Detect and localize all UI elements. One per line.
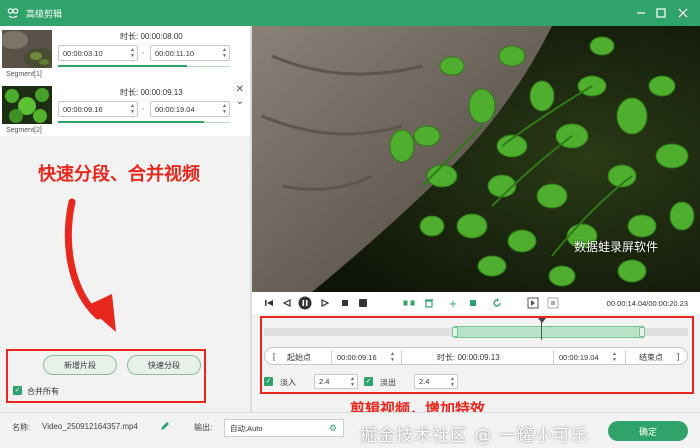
- settings-gear-icon[interactable]: ⚙: [329, 423, 337, 434]
- segment-end-field[interactable]: 00:00:11.10 ▲ ▼: [150, 45, 230, 61]
- playback-timecode: 00:00:14.04/00:00:20.23: [606, 299, 688, 308]
- segment-item[interactable]: Segment[1] 时长: 00:00:08.00 00:00:03.10 ▲…: [0, 28, 250, 82]
- fade-in-checkbox[interactable]: ✓: [264, 377, 273, 386]
- crop-out-icon[interactable]: [546, 296, 560, 310]
- maximize-icon[interactable]: [652, 4, 670, 22]
- segment-range-fill: [58, 65, 187, 67]
- edit-pencil-icon[interactable]: [160, 421, 170, 433]
- segment-item[interactable]: Segment[2] 时长: 00:00:09.13 ✕ 00:00:09.16…: [0, 84, 250, 138]
- spinner-icon[interactable]: ▲ ▼: [130, 103, 135, 115]
- divider: [553, 350, 554, 364]
- bottom-bar: 名称: Video_250912164357.mp4 输出: 自动;Auto ⚙…: [0, 412, 700, 448]
- add-icon[interactable]: +: [446, 296, 460, 311]
- annotation-left: 快速分段、合并视频: [38, 164, 200, 185]
- file-name: Video_250912164357.mp4: [42, 422, 138, 431]
- forward-icon[interactable]: [318, 296, 332, 310]
- segment-duration: 时长: 00:00:08.00: [120, 32, 183, 41]
- range-separator: -: [142, 104, 145, 113]
- fade-in-label: 淡入: [280, 378, 296, 387]
- segment-duration: 时长: 00:00:09.13: [120, 88, 183, 97]
- quick-split-button[interactable]: 快速分段: [127, 355, 201, 375]
- bracket-left-icon: [: [273, 352, 276, 361]
- start-time-field[interactable]: 00:00:09.16 ▲ ▼: [335, 350, 395, 364]
- segment-list: Segment[1] 时长: 00:00:08.00 00:00:03.10 ▲…: [0, 26, 250, 136]
- fade-out-label: 淡出: [380, 378, 396, 387]
- minimize-icon[interactable]: [632, 4, 650, 22]
- reset-icon[interactable]: [490, 296, 504, 310]
- merge-all-checkbox[interactable]: ✓: [13, 386, 22, 395]
- playhead-marker-icon[interactable]: [538, 318, 546, 323]
- spinner-icon[interactable]: ▲ ▼: [450, 376, 455, 388]
- pause-icon[interactable]: [298, 296, 312, 310]
- segment-start-field[interactable]: 00:00:03.10 ▲ ▼: [58, 45, 138, 61]
- segment-end-field[interactable]: 00:00:19.04 ▲ ▼: [150, 101, 230, 117]
- fade-in-value: 2.4: [319, 377, 330, 386]
- end-time-field[interactable]: 00:00:19.04 ▲ ▼: [557, 350, 617, 364]
- segment-thumbnail: [2, 86, 52, 124]
- spinner-icon[interactable]: ▲ ▼: [130, 47, 135, 59]
- crop-in-icon[interactable]: [526, 296, 540, 310]
- output-folder-field[interactable]: 自动;Auto ⚙: [224, 419, 344, 437]
- collapse-chevron-icon[interactable]: ⌄: [236, 96, 244, 107]
- segment-range-fill: [58, 121, 204, 123]
- edit-panel: [ 起始点 00:00:09.16 ▲ ▼ 时长: 00:00:09.13 00:…: [252, 314, 700, 418]
- trim-row: [ 起始点 00:00:09.16 ▲ ▼ 时长: 00:00:09.13 00:…: [264, 347, 688, 365]
- segment-start-value: 00:00:09.16: [63, 104, 103, 114]
- segment-thumbnail: [2, 30, 52, 68]
- spinner-icon[interactable]: ▲ ▼: [390, 351, 395, 363]
- timeline-end-handle[interactable]: [639, 327, 645, 337]
- split-icon[interactable]: [402, 296, 416, 310]
- frog-logo-icon: [6, 6, 20, 20]
- segment-label: Segment[2]: [6, 127, 42, 134]
- ok-button[interactable]: 确定: [608, 421, 688, 441]
- segment-panel: Segment[1] 时长: 00:00:08.00 00:00:03.10 ▲…: [0, 26, 250, 412]
- stop-icon[interactable]: [338, 296, 352, 310]
- video-watermark: 数据蛙录屏软件: [574, 240, 659, 254]
- delete-icon[interactable]: [422, 296, 436, 310]
- annotation-arrow-icon: [64, 198, 116, 332]
- segment-end-value: 00:00:19.04: [155, 104, 195, 114]
- timeline-selection[interactable]: [454, 326, 644, 338]
- add-segment-button[interactable]: 新增片段: [43, 355, 117, 375]
- divider: [401, 350, 402, 364]
- divider: [331, 350, 332, 364]
- spinner-icon[interactable]: ▲ ▼: [222, 47, 227, 59]
- trim-duration: 时长: 00:00:09.13: [437, 353, 500, 362]
- video-preview[interactable]: 数据蛙录屏软件: [252, 26, 700, 292]
- segment-start-value: 00:00:03.10: [63, 48, 103, 58]
- output-label: 输出:: [194, 423, 213, 432]
- segment-label: Segment[1]: [6, 71, 42, 78]
- playback-controls: + 00:00:14.04/00:00:20.23: [252, 292, 700, 314]
- set-start-button[interactable]: 起始点: [287, 352, 311, 363]
- spinner-icon[interactable]: ▲ ▼: [222, 103, 227, 115]
- volume-icon[interactable]: [356, 296, 370, 310]
- rewind-icon[interactable]: [280, 296, 294, 310]
- segment-start-field[interactable]: 00:00:09.16 ▲ ▼: [58, 101, 138, 117]
- bracket-right-icon: ]: [677, 352, 680, 361]
- window-title: 高级剪辑: [26, 8, 63, 19]
- output-value: 自动;Auto: [230, 423, 263, 433]
- merge-all-label: 合并所有: [27, 387, 59, 396]
- site-watermark: 掘金技术社区 @ 一罐小可乐: [360, 426, 589, 446]
- segment-end-value: 00:00:11.10: [155, 48, 195, 58]
- fade-out-value: 2.4: [419, 377, 430, 386]
- fade-out-checkbox[interactable]: ✓: [364, 377, 373, 386]
- range-separator: -: [142, 48, 145, 57]
- remove-segment-icon[interactable]: ✕: [236, 84, 244, 95]
- divider: [625, 350, 626, 364]
- timeline-start-handle[interactable]: [452, 327, 458, 337]
- title-bar: 高级剪辑: [0, 0, 700, 26]
- prev-frame-icon[interactable]: [262, 296, 276, 310]
- spinner-icon[interactable]: ▲ ▼: [612, 351, 617, 363]
- start-time-value: 00:00:09.16: [337, 352, 377, 362]
- end-time-value: 00:00:19.04: [559, 352, 599, 362]
- fade-out-field[interactable]: 2.4 ▲ ▼: [414, 374, 458, 389]
- fade-in-field[interactable]: 2.4 ▲ ▼: [314, 374, 358, 389]
- name-label: 名称:: [12, 423, 31, 432]
- spinner-icon[interactable]: ▲ ▼: [350, 376, 355, 388]
- set-end-button[interactable]: 结束点: [639, 352, 663, 363]
- copy-icon[interactable]: [466, 296, 480, 310]
- close-icon[interactable]: [674, 4, 692, 22]
